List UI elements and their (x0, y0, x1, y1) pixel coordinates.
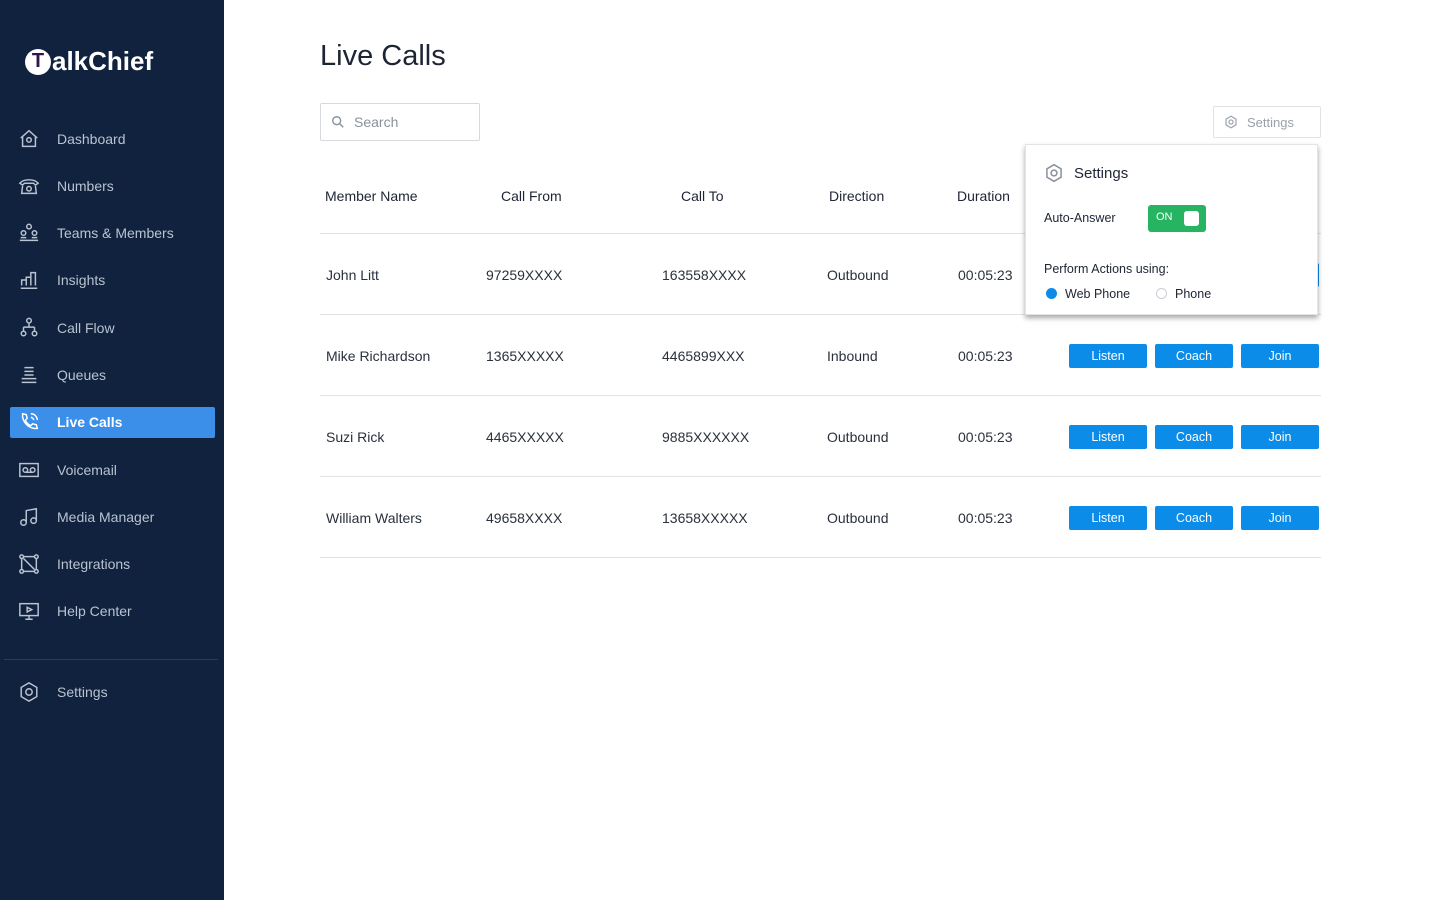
sidebar-item-label: Help Center (57, 603, 132, 620)
cell-to: 163558XXXX (662, 267, 747, 283)
queue-icon (21, 366, 37, 384)
logo-mark: T (25, 48, 51, 75)
sidebar-item-label: Settings (57, 683, 108, 700)
sidebar-item-label: Numbers (57, 177, 114, 194)
column-header[interactable]: Direction (829, 188, 884, 204)
sidebar-item-label: Integrations (57, 556, 131, 573)
cell-from: 1365XXXXX (486, 348, 564, 364)
bar-chart-icon (20, 272, 38, 290)
table-row: Suzi Rick 4465XXXXX 9885XXXXXX Outbound 00:0… (320, 395, 1321, 476)
logo[interactable]: T alkChief (25, 46, 153, 77)
divider (4, 659, 218, 660)
cell-name: Mike Richardson (326, 348, 431, 364)
cell-duration: 00:05:23 (958, 510, 1013, 526)
perform-actions-label: Perform Actions using: (1044, 262, 1170, 276)
team-icon (19, 223, 39, 242)
settings-popup: Settings Auto-Answer ON Perform Actions … (1025, 144, 1318, 315)
coach-button[interactable]: Coach (1155, 344, 1233, 368)
table-row: William Walters 49658XXXX 13658XXXXX Outbou… (320, 476, 1321, 557)
cell-direction: Outbound (827, 429, 889, 445)
listen-button[interactable]: Listen (1069, 506, 1147, 530)
sidebar-item-queues[interactable]: Queues (10, 359, 215, 390)
auto-answer-toggle[interactable]: ON (1148, 205, 1206, 232)
gear-icon (1225, 115, 1237, 129)
gear-icon (1046, 163, 1062, 183)
radio-phone[interactable] (1156, 288, 1167, 299)
search-placeholder: Search (354, 114, 399, 130)
listen-button[interactable]: Listen (1069, 344, 1147, 368)
page-title: Live Calls (320, 40, 446, 72)
sidebar-item-label: Voicemail (57, 461, 117, 478)
toggle-knob (1184, 211, 1199, 226)
home-icon (20, 129, 38, 147)
radio-web-phone-label: Web Phone (1065, 287, 1131, 301)
sidebar-item-label: Insights (57, 272, 106, 289)
sidebar-item-label: Call Flow (57, 319, 115, 336)
toggle-state: ON (1156, 211, 1173, 223)
column-header[interactable]: Duration (957, 188, 1010, 204)
sidebar-item-numbers[interactable]: Numbers (10, 170, 215, 201)
voicemail-icon (19, 462, 39, 477)
column-header[interactable]: Call To (681, 188, 724, 204)
sidebar-nav: Dashboard Numbers Teams & Members Insights C… (10, 123, 215, 643)
cell-direction: Outbound (827, 510, 889, 526)
sidebar-item-label: Teams & Members (57, 225, 174, 242)
phone-call-icon (21, 413, 39, 430)
cell-from: 49658XXXX (486, 510, 563, 526)
sidebar-item-settings[interactable]: Settings (10, 676, 215, 707)
cell-direction: Inbound (827, 348, 878, 364)
cell-from: 4465XXXXX (486, 429, 564, 445)
popup-title: Settings (1074, 164, 1129, 182)
sidebar-item-integrations[interactable]: Integrations (10, 549, 215, 580)
sidebar-item-label: Live Calls (57, 414, 123, 431)
sidebar-item-label: Media Manager (57, 508, 155, 525)
logo-text: alkChief (52, 46, 154, 76)
sidebar-item-voicemail[interactable]: Voicemail (10, 454, 215, 485)
column-header[interactable]: Call From (501, 188, 562, 204)
sidebar-item-insights[interactable]: Insights (10, 265, 215, 296)
cell-duration: 00:05:23 (958, 267, 1013, 283)
settings-button[interactable]: Settings (1213, 106, 1321, 138)
sidebar-item-label: Queues (57, 366, 107, 383)
join-button[interactable]: Join (1241, 425, 1319, 449)
cell-from: 97259XXXX (486, 267, 563, 283)
sidebar-item-help-center[interactable]: Help Center (10, 596, 215, 627)
cell-duration: 00:05:23 (958, 348, 1013, 364)
cell-name: William Walters (326, 510, 422, 526)
table-bottom-border (320, 557, 1321, 558)
music-icon (20, 507, 38, 526)
sidebar-item-label: Dashboard (57, 130, 126, 147)
cell-to: 4465899XXX (662, 348, 745, 364)
search-input[interactable]: Search (320, 103, 480, 141)
sidebar: T alkChief Dashboard Numbers Teams & Membe… (0, 0, 224, 900)
integrations-icon (19, 554, 39, 575)
sidebar-item-media-manager[interactable]: Media Manager (10, 501, 215, 532)
join-button[interactable]: Join (1241, 344, 1319, 368)
monitor-play-icon (19, 603, 39, 621)
sidebar-item-live-calls[interactable]: Live Calls (10, 406, 215, 438)
sidebar-item-teams-members[interactable]: Teams & Members (10, 218, 215, 249)
auto-answer-label: Auto-Answer (1044, 211, 1116, 225)
cell-to: 9885XXXXXX (662, 429, 750, 445)
search-icon (332, 116, 344, 128)
join-button[interactable]: Join (1241, 506, 1319, 530)
gear-icon (20, 681, 38, 702)
cell-duration: 00:05:23 (958, 429, 1013, 445)
column-header[interactable]: Member Name (325, 188, 418, 204)
sidebar-item-call-flow[interactable]: Call Flow (10, 312, 215, 343)
radio-phone-label: Phone (1175, 287, 1212, 301)
table-row: Mike Richardson 1365XXXXX 4465899XXX Inboun… (320, 314, 1321, 395)
sidebar-item-dashboard[interactable]: Dashboard (10, 123, 215, 154)
settings-button-label: Settings (1247, 114, 1294, 130)
listen-button[interactable]: Listen (1069, 425, 1147, 449)
cell-direction: Outbound (827, 267, 889, 283)
cell-name: Suzi Rick (326, 429, 385, 445)
cell-name: John Litt (326, 267, 379, 283)
telephone-icon (18, 178, 40, 194)
cell-to: 13658XXXXX (662, 510, 748, 526)
radio-web-phone[interactable] (1046, 288, 1057, 299)
coach-button[interactable]: Coach (1155, 506, 1233, 530)
flow-icon (20, 317, 38, 337)
coach-button[interactable]: Coach (1155, 425, 1233, 449)
